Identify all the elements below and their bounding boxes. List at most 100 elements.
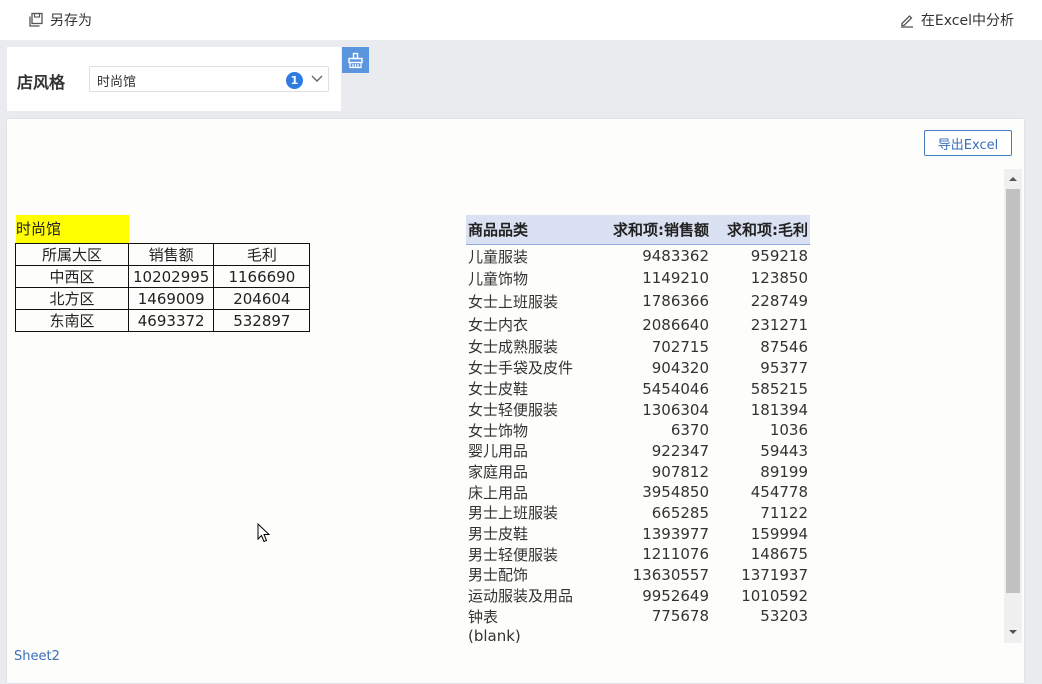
pivot-row: 儿童饰物 1149210 123850: [466, 267, 810, 289]
pivot-category-cell: 女士成熟服装: [468, 338, 559, 356]
pivot-category-cell: 儿童服装: [468, 247, 529, 266]
region-row: 中西区 10202995 1166690: [15, 265, 311, 288]
analyze-in-excel-button[interactable]: 在Excel中分析: [899, 0, 1014, 40]
select-value: 时尚馆: [97, 75, 137, 90]
region-cell: 204604: [213, 287, 311, 310]
pivot-sales-cell: 2086640: [642, 315, 709, 334]
pivot-sales-cell: 1306304: [642, 400, 709, 419]
pivot-sales-cell: 907812: [651, 462, 709, 481]
pivot-category-cell: 男士轻便服装: [468, 545, 559, 564]
pivot-profit-cell: 1371937: [741, 565, 808, 584]
pivot-category-cell: 家庭用品: [468, 463, 529, 481]
pivot-category-cell: 婴儿用品: [468, 442, 529, 460]
pivot-sales-cell: 702715: [651, 337, 709, 356]
report-area: 导出Excel 时尚馆 所属大区 销售额 毛利 中西区 10202995 1166690 北…: [7, 119, 1024, 683]
scrollbar-thumb[interactable]: [1006, 189, 1020, 593]
pivot-category-cell: 女士饰物: [468, 421, 529, 440]
pivot-row: 运动服装及用品 9952649 1010592: [466, 585, 810, 606]
pivot-sales-cell: 1211076: [642, 545, 709, 563]
pivot-row: (blank): [466, 626, 810, 646]
pivot-row: 男士上班服装 665285 71122: [466, 502, 810, 523]
region-header-cell: 毛利: [213, 243, 311, 266]
pivot-sales-cell: 9483362: [642, 247, 709, 265]
pivot-profit-cell: 89199: [760, 462, 808, 481]
export-excel-button[interactable]: 导出Excel: [924, 130, 1012, 156]
filter-label: 店风格: [17, 73, 66, 92]
pivot-row: 女士上班服装 1786366 228749: [466, 289, 810, 313]
scroll-up-arrow-icon[interactable]: [1004, 172, 1022, 186]
pivot-category-cell: 钟表: [468, 607, 499, 626]
pivot-category-cell: 女士皮鞋: [468, 380, 529, 398]
pivot-header-category: 商品品类: [468, 221, 529, 239]
pivot-row: 女士轻便服装 1306304 181394: [466, 399, 810, 420]
pivot-sales-cell: 665285: [651, 503, 709, 522]
pivot-row: 钟表 775678 53203: [466, 606, 810, 626]
pivot-profit-cell: 454778: [750, 483, 808, 501]
pivot-row: 女士皮鞋 5454046 585215: [466, 378, 810, 399]
filter-tool-button[interactable]: [342, 47, 369, 73]
pivot-table: 商品品类 求和项:销售额 求和项:毛利 儿童服装 9483362 959218 儿童饰…: [466, 215, 810, 646]
scroll-down-arrow-icon[interactable]: [1004, 625, 1022, 639]
pivot-profit-cell: 59443: [760, 441, 808, 460]
edit-icon: [900, 15, 913, 28]
pivot-category-cell: 儿童饰物: [468, 269, 529, 288]
pivot-row: 男士配饰 13630557 1371937: [466, 564, 810, 585]
region-row: 东南区 4693372 532897: [15, 309, 311, 332]
pivot-row: 女士手袋及皮件 904320 95377: [466, 357, 810, 378]
pivot-profit-cell: 87546: [760, 337, 808, 356]
region-cell: 北方区: [15, 287, 129, 310]
pivot-category-cell: 男士上班服装: [468, 504, 559, 522]
pivot-category-cell: 女士上班服装: [468, 292, 559, 311]
sheet-tab[interactable]: Sheet2: [14, 649, 60, 664]
save-as-button[interactable]: 另存为: [28, 0, 92, 40]
pivot-category-cell: 女士内衣: [468, 316, 529, 334]
pivot-sales-cell: 1149210: [642, 269, 709, 287]
pivot-row: 男士皮鞋 1393977 159994: [466, 523, 810, 544]
pivot-profit-cell: 1036: [769, 421, 808, 439]
pivot-row: 女士饰物 6370 1036: [466, 420, 810, 440]
pivot-row: 儿童服装 9483362 959218: [466, 245, 810, 267]
pivot-sales-cell: 904320: [651, 358, 709, 377]
pivot-profit-cell: 959218: [750, 247, 808, 265]
pivot-profit-cell: 231271: [750, 315, 808, 334]
pivot-category-cell: (blank): [468, 627, 521, 645]
pivot-profit-cell: 53203: [760, 607, 808, 625]
pivot-category-cell: 运动服装及用品: [468, 587, 574, 605]
pivot-sales-cell: 3954850: [642, 483, 709, 501]
pivot-row: 家庭用品 907812 89199: [466, 461, 810, 482]
pivot-sales-cell: 13630557: [632, 565, 709, 584]
region-header-cell: 销售额: [127, 243, 215, 266]
region-cell: 东南区: [15, 309, 129, 332]
pivot-profit-cell: 71122: [760, 503, 808, 522]
region-table: 所属大区 销售额 毛利 中西区 10202995 1166690 北方区 1469009 204…: [15, 243, 311, 332]
pivot-header: 商品品类 求和项:销售额 求和项:毛利: [466, 215, 810, 245]
analyze-in-excel-label: 在Excel中分析: [920, 13, 1014, 29]
vertical-scrollbar[interactable]: [1004, 169, 1022, 643]
pivot-header-profit: 求和项:毛利: [727, 221, 808, 239]
pivot-row: 婴儿用品 922347 59443: [466, 440, 810, 461]
region-row: 北方区 1469009 204604: [15, 287, 311, 310]
pivot-profit-cell: 1010592: [741, 586, 808, 605]
region-cell: 中西区: [15, 265, 129, 288]
pivot-sales-cell: 1786366: [642, 292, 709, 310]
pivot-profit-cell: 585215: [750, 379, 808, 398]
pivot-category-cell: 男士皮鞋: [468, 525, 529, 543]
pivot-row: 女士内衣 2086640 231271: [466, 313, 810, 336]
pivot-sales-cell: 775678: [651, 607, 709, 625]
pivot-category-cell: 女士轻便服装: [468, 401, 559, 419]
region-cell: 1469009: [127, 287, 215, 310]
pivot-category-cell: 男士配饰: [468, 566, 529, 584]
store-style-select[interactable]: 时尚馆 1: [89, 66, 329, 92]
pivot-profit-cell: 181394: [750, 400, 808, 419]
mouse-cursor-icon: [257, 523, 271, 543]
pivot-category-cell: 床上用品: [468, 483, 529, 502]
pivot-sales-cell: 1393977: [642, 524, 709, 543]
region-header-row: 所属大区 销售额 毛利: [15, 243, 311, 266]
pivot-row: 男士轻便服装 1211076 148675: [466, 544, 810, 564]
region-cell: 1166690: [213, 265, 311, 288]
pivot-row: 床上用品 3954850 454778: [466, 482, 810, 502]
region-cell: 4693372: [127, 309, 215, 332]
pivot-profit-cell: 159994: [750, 524, 808, 543]
pivot-category-cell: 女士手袋及皮件: [468, 359, 574, 377]
pivot-profit-cell: 95377: [760, 358, 808, 377]
